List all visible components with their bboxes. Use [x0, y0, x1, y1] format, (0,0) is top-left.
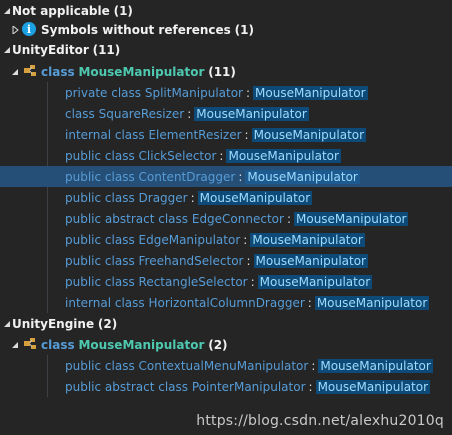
- base-type-highlight: MouseManipulator: [250, 232, 365, 247]
- colon-separator: :: [187, 106, 192, 121]
- group-count: (11): [92, 42, 121, 57]
- reference-item[interactable]: public class Dragger: MouseManipulator: [0, 187, 452, 208]
- base-type-highlight: MouseManipulator: [257, 274, 373, 289]
- group-count: (1): [113, 3, 133, 18]
- expanded-triangle-icon[interactable]: [10, 67, 20, 77]
- group-label: UnityEngine: [12, 316, 95, 331]
- group-label: UnityEditor: [12, 42, 89, 57]
- reference-declaration: internal class HorizontalColumnDragger: [65, 295, 305, 310]
- group-count: (1): [234, 22, 254, 37]
- reference-item[interactable]: internal class HorizontalColumnDragger: M…: [0, 292, 452, 313]
- expanded-triangle-icon[interactable]: [2, 6, 12, 16]
- class-count: (2): [208, 337, 228, 352]
- reference-declaration: public abstract class PointerManipulator: [65, 379, 306, 394]
- base-type-highlight: MouseManipulator: [251, 127, 367, 142]
- base-type-highlight: MouseManipulator: [294, 211, 409, 226]
- reference-declaration: public class ContentDragger: [65, 169, 236, 184]
- expanded-triangle-icon[interactable]: [2, 45, 12, 55]
- class-name: MouseManipulator: [78, 337, 205, 352]
- base-type-highlight: MouseManipulator: [197, 190, 313, 205]
- base-type-highlight: MouseManipulator: [315, 379, 431, 394]
- base-type-highlight: MouseManipulator: [245, 169, 360, 184]
- reference-item[interactable]: public class RectangleSelector: MouseMani…: [0, 271, 452, 292]
- reference-item[interactable]: private class SplitManipulator: MouseMani…: [0, 82, 452, 103]
- base-type-highlight: MouseManipulator: [253, 85, 368, 100]
- reference-item[interactable]: public class ContextualMenuManipulator: M…: [0, 355, 452, 376]
- class-name: MouseManipulator: [78, 64, 205, 79]
- reference-declaration: internal class ElementResizer: [65, 127, 242, 142]
- colon-separator: :: [244, 127, 249, 142]
- reference-item[interactable]: class SquareResizer: MouseManipulator: [0, 103, 452, 124]
- colon-separator: :: [219, 148, 224, 163]
- class-node-editor-mousemanipulator[interactable]: class MouseManipulator (11): [0, 61, 452, 82]
- watermark: https://blog.csdn.net/alexhu2010q: [196, 413, 444, 429]
- group-label: Not applicable: [12, 3, 110, 18]
- class-keyword: class: [41, 64, 75, 79]
- expanded-triangle-icon[interactable]: [2, 319, 12, 329]
- colon-separator: :: [311, 358, 316, 373]
- reference-declaration: public class ContextualMenuManipulator: [65, 358, 309, 373]
- reference-item[interactable]: public class EdgeManipulator: MouseManipu…: [0, 229, 452, 250]
- info-icon: i: [22, 22, 36, 36]
- base-type-highlight: MouseManipulator: [318, 358, 433, 373]
- colon-separator: :: [250, 274, 255, 289]
- reference-declaration: public class EdgeManipulator: [65, 232, 241, 247]
- reference-declaration: public class RectangleSelector: [65, 274, 248, 289]
- reference-item[interactable]: public abstract class EdgeConnector: Mous…: [0, 208, 452, 229]
- group-not-applicable[interactable]: Not applicable (1): [0, 0, 452, 21]
- class-icon: [23, 337, 37, 351]
- colon-separator: :: [308, 379, 313, 394]
- reference-declaration: public abstract class EdgeConnector: [65, 211, 284, 226]
- expanded-triangle-icon[interactable]: [10, 340, 20, 350]
- reference-declaration: class SquareResizer: [65, 106, 185, 121]
- reference-item[interactable]: public class ContentDragger: MouseManipul…: [0, 166, 452, 187]
- colon-separator: :: [286, 211, 291, 226]
- base-type-highlight: MouseManipulator: [194, 106, 309, 121]
- reference-declaration: private class SplitManipulator: [65, 85, 243, 100]
- group-label: Symbols without references: [41, 22, 231, 37]
- base-type-highlight: MouseManipulator: [226, 148, 341, 163]
- group-unity-engine[interactable]: UnityEngine (2): [0, 313, 452, 334]
- class-keyword: class: [41, 337, 75, 352]
- base-type-highlight: MouseManipulator: [253, 253, 368, 268]
- colon-separator: :: [243, 232, 248, 247]
- colon-separator: :: [238, 169, 243, 184]
- group-unity-editor[interactable]: UnityEditor (11): [0, 39, 452, 60]
- reference-declaration: public class FreehandSelector: [65, 253, 244, 268]
- base-type-highlight: MouseManipulator: [314, 295, 430, 310]
- colon-separator: :: [246, 85, 251, 100]
- class-count: (11): [208, 64, 236, 79]
- reference-item[interactable]: public class ClickSelector: MouseManipula…: [0, 145, 452, 166]
- colon-separator: :: [190, 190, 195, 205]
- colon-separator: :: [246, 253, 251, 268]
- reference-declaration: public class Dragger: [65, 190, 188, 205]
- reference-item[interactable]: public class FreehandSelector: MouseManip…: [0, 250, 452, 271]
- collapsed-triangle-icon[interactable]: [10, 25, 20, 35]
- reference-declaration: public class ClickSelector: [65, 148, 217, 163]
- colon-separator: :: [307, 295, 312, 310]
- class-icon: [23, 64, 37, 78]
- reference-item[interactable]: internal class ElementResizer: MouseManip…: [0, 124, 452, 145]
- group-count: (2): [97, 316, 118, 331]
- group-symbols-without-references[interactable]: i Symbols without references (1): [0, 19, 452, 40]
- reference-item[interactable]: public abstract class PointerManipulator…: [0, 376, 452, 397]
- class-node-engine-mousemanipulator[interactable]: class MouseManipulator (2): [0, 334, 452, 355]
